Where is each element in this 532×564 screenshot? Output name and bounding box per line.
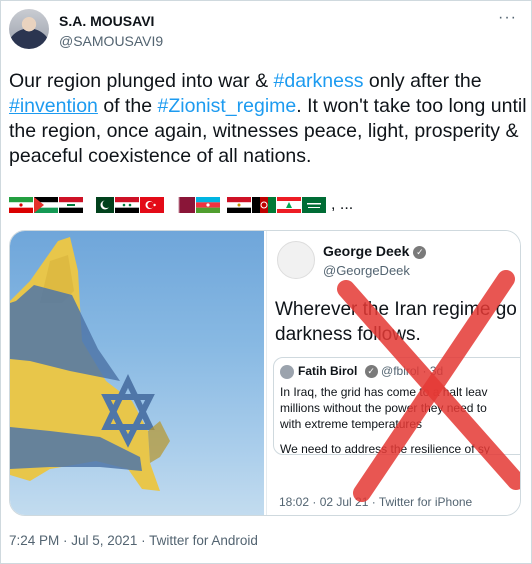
text-segment: Our region plunged into war & [9, 70, 274, 92]
tweet-timestamp[interactable]: 7:24 PM · Jul 5, 2021 · Twitter for Andr… [9, 533, 258, 548]
text-segment: only after the [363, 70, 482, 92]
hashtag-zionist-regime[interactable]: #Zionist_regime [158, 95, 297, 117]
palestine-flag-icon [34, 197, 58, 213]
flags-ellipsis: , ... [331, 196, 354, 213]
iran-flag-icon [9, 197, 33, 213]
hashtag-darkness[interactable]: #darkness [274, 70, 364, 92]
syria-flag-icon [115, 197, 139, 213]
turkey-flag-icon [140, 197, 164, 213]
qatar-flag-icon [171, 197, 195, 213]
tweet-text: Our region plunged into war & #darkness … [9, 69, 527, 169]
tweet-media[interactable]: George Deek ✓ @GeorgeDeek Wherever the Ir… [9, 230, 521, 516]
embedded-tweet-screenshot[interactable]: George Deek ✓ @GeorgeDeek Wherever the Ir… [266, 231, 520, 515]
flag-photo[interactable] [10, 231, 264, 515]
embedded-name-text: George Deek [323, 243, 410, 259]
quoted-line: In Iraq, the grid has come to a halt lea… [280, 385, 488, 399]
quoted-line: with extreme temperatures [280, 417, 423, 431]
azerbaijan-flag-icon [196, 197, 220, 213]
embedded-timestamp: 18:02 · 02 Jul 21 · Twitter for iPhone [279, 495, 473, 509]
tattered-flag-image [10, 237, 170, 491]
saudi-arabia-flag-icon [302, 197, 326, 213]
quoted-author: Fatih Birol ✓ @fbirol · 3d [298, 364, 444, 379]
tweet-card: S.A. MOUSAVI @SAMOUSAVI9 ··· Our region … [0, 0, 532, 564]
quoted-tweet: Fatih Birol ✓ @fbirol · 3d In Iraq, the … [273, 357, 520, 455]
author-name[interactable]: S.A. MOUSAVI [59, 13, 154, 29]
embedded-name: George Deek ✓ [323, 243, 427, 259]
quoted-text: In Iraq, the grid has come to a halt lea… [280, 384, 520, 432]
embedded-avatar [277, 241, 315, 279]
quoted-avatar [280, 365, 294, 379]
quoted-line: millions without the power they need to [280, 401, 487, 415]
embedded-line: Wherever the Iran regime go [275, 299, 517, 320]
quoted-name: Fatih Birol [298, 364, 358, 378]
text-segment: of the [97, 95, 158, 117]
embedded-handle: @GeorgeDeek [323, 263, 410, 278]
hashtag-invention[interactable]: #invention [9, 95, 98, 117]
author-handle[interactable]: @SAMOUSAVI9 [59, 33, 163, 49]
author-avatar[interactable] [9, 9, 49, 49]
lebanon-flag-icon [277, 197, 301, 213]
quoted-line: We need to address the resilience of sy [280, 442, 490, 455]
verified-badge-icon: ✓ [364, 365, 378, 379]
embedded-line: darkness follows. [275, 324, 421, 345]
egypt-flag-icon [227, 197, 251, 213]
more-options-icon[interactable]: ··· [498, 10, 517, 26]
pakistan-flag-icon [90, 197, 114, 213]
afghanistan-flag-icon [252, 197, 276, 213]
flag-emoji-row: , ... [9, 195, 353, 215]
quoted-handle: @fbirol · 3d [381, 364, 444, 378]
iraq-flag-icon [59, 197, 83, 213]
verified-badge-icon: ✓ [413, 245, 427, 259]
embedded-text: Wherever the Iran regime go darkness fol… [275, 297, 520, 347]
